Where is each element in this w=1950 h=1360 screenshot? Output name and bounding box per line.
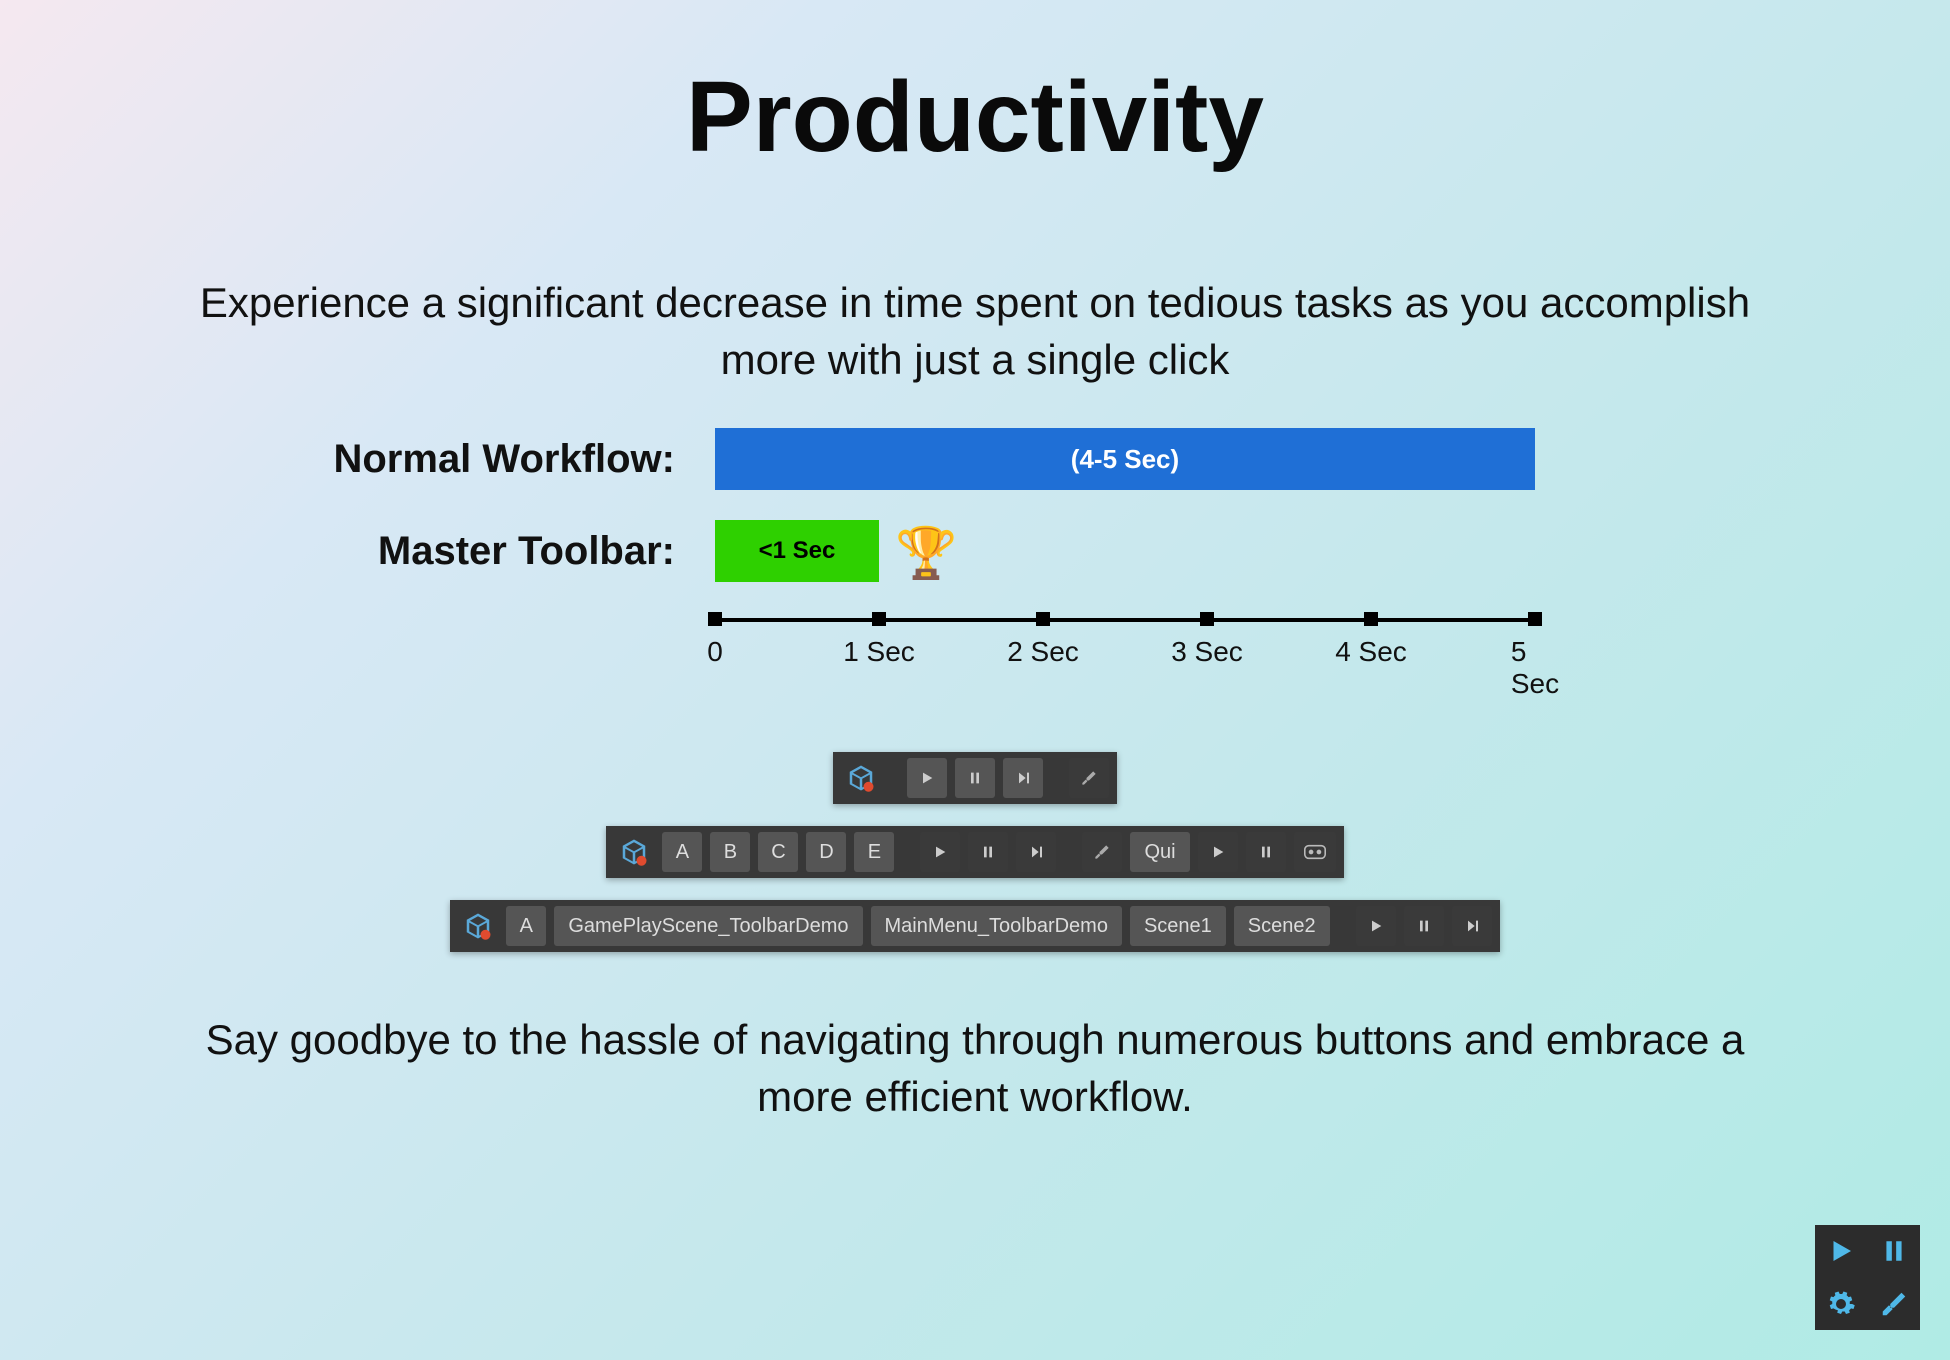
chart-row-master: Master Toolbar: <1 Sec 🏆 [275,520,1675,582]
text-button[interactable]: Qui [1130,832,1189,872]
footer-text: Say goodbye to the hassle of navigating … [175,1012,1775,1125]
letter-button[interactable]: E [854,832,894,872]
letter-button[interactable]: A [506,906,546,946]
chart-row-label: Normal Workflow: [275,437,715,482]
pause-button[interactable] [1404,906,1444,946]
letter-button[interactable]: A [662,832,702,872]
play-button[interactable] [920,832,960,872]
play-button[interactable] [1198,832,1238,872]
letter-button[interactable]: B [710,832,750,872]
step-button[interactable] [1016,832,1056,872]
chart-bar-master: <1 Sec [715,520,879,582]
tools-icon [1879,1289,1909,1319]
toolbar-large: A GamePlayScene_ToolbarDemo MainMenu_Too… [450,900,1499,952]
toolbar-examples: A B C D E Qui A GamePlayScene_ToolbarDem… [0,752,1950,952]
chart-bar-normal: (4-5 Sec) [715,428,1535,490]
pause-button[interactable] [968,832,1008,872]
scene-button[interactable]: Scene1 [1130,906,1226,946]
subtitle: Experience a significant decrease in tim… [175,275,1775,388]
tools-button[interactable] [1069,758,1109,798]
chart-x-axis: 0 1 Sec 2 Sec 3 Sec 4 Sec 5 Sec [715,612,1535,682]
chart-row-label: Master Toolbar: [275,529,715,574]
trophy-icon: 🏆 [895,524,957,583]
axis-tick-label: 4 Sec [1335,636,1407,668]
toolbar-medium: A B C D E Qui [606,826,1343,878]
tools-button[interactable] [1082,832,1122,872]
cube-icon[interactable] [841,758,881,798]
pause-button[interactable] [955,758,995,798]
play-button[interactable] [1356,906,1396,946]
chart-row-normal: Normal Workflow: (4-5 Sec) [275,428,1675,490]
corner-widget[interactable] [1815,1225,1920,1330]
scene-button[interactable]: GamePlayScene_ToolbarDemo [554,906,862,946]
play-button[interactable] [907,758,947,798]
comparison-chart: Normal Workflow: (4-5 Sec) Master Toolba… [275,428,1675,682]
gear-icon [1826,1289,1856,1319]
axis-tick-label: 5 Sec [1511,636,1559,700]
letter-button[interactable]: C [758,832,798,872]
cube-icon[interactable] [614,832,654,872]
scene-button[interactable]: MainMenu_ToolbarDemo [871,906,1122,946]
pause-button[interactable] [1246,832,1286,872]
page-title: Productivity [0,60,1950,175]
vr-button[interactable] [1294,832,1336,872]
toolbar-small [833,752,1117,804]
axis-tick-label: 2 Sec [1007,636,1079,668]
axis-tick-label: 3 Sec [1171,636,1243,668]
pause-icon [1881,1236,1907,1266]
axis-tick-label: 0 [707,636,723,668]
cube-icon[interactable] [458,906,498,946]
axis-tick-label: 1 Sec [843,636,915,668]
play-icon [1826,1236,1856,1266]
letter-button[interactable]: D [806,832,846,872]
step-button[interactable] [1003,758,1043,798]
step-button[interactable] [1452,906,1492,946]
scene-button[interactable]: Scene2 [1234,906,1330,946]
